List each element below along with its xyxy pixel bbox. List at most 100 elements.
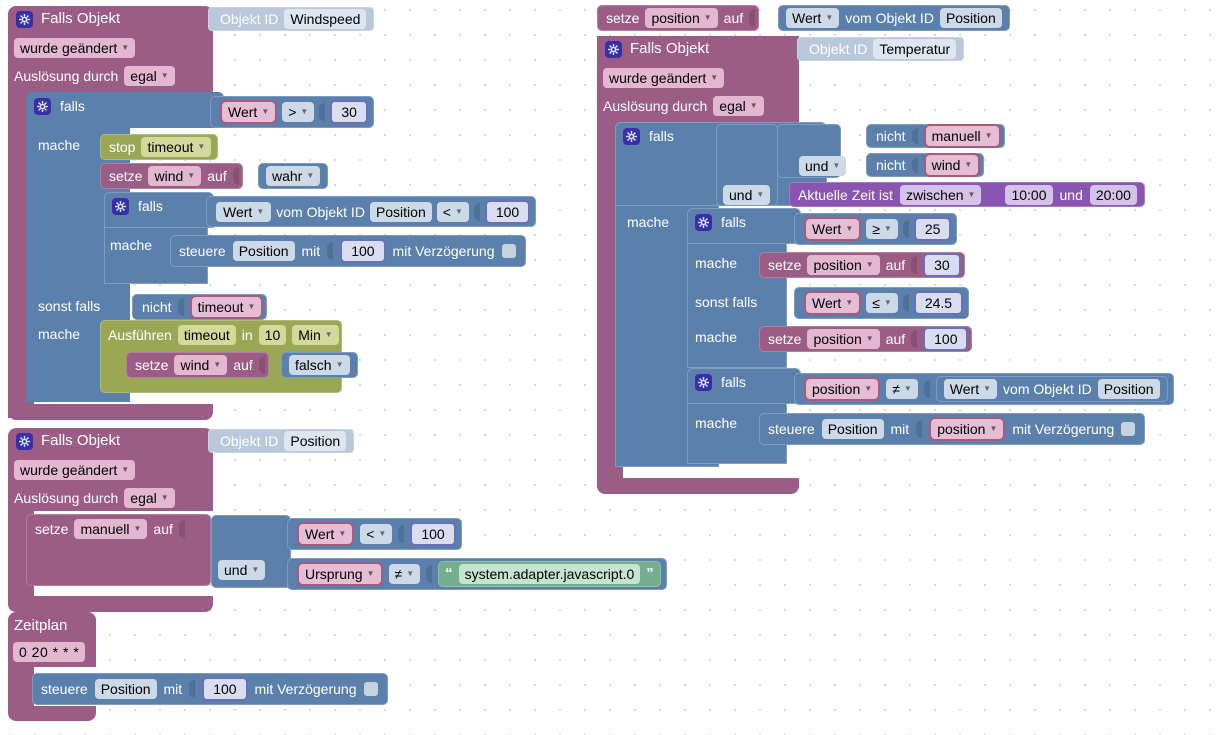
script1-exec-amount[interactable]: 10: [258, 325, 287, 345]
script3-cron-field[interactable]: 0 20 * * *: [13, 642, 86, 662]
script1-exec-unit-dropdown[interactable]: Min ▼: [292, 325, 339, 345]
script1-not-var-dropdown[interactable]: timeout ▼: [189, 295, 264, 319]
gear-icon[interactable]: [695, 373, 712, 391]
script4-steuere2-obj[interactable]: Position: [821, 419, 884, 439]
script4-not-manuell-block[interactable]: nicht manuell ▼: [866, 124, 1005, 148]
script4-inner-compare1-left[interactable]: Wert ▼: [804, 217, 862, 241]
script3-steuere-value[interactable]: 100: [202, 677, 248, 701]
script2-set-var-dropdown[interactable]: manuell ▼: [74, 519, 148, 539]
script3-hat-body[interactable]: [8, 660, 34, 710]
gear-icon[interactable]: [695, 213, 712, 231]
script1-set-var-dropdown[interactable]: wind ▼: [148, 166, 202, 186]
script4-top-set-block[interactable]: setze position ▼ auf: [597, 5, 760, 31]
script4-hat-foot[interactable]: [597, 478, 799, 494]
script4-inner-compare2-op[interactable]: ≤ ▼: [866, 293, 898, 313]
gear-icon[interactable]: [623, 127, 640, 145]
script4-inner-if2-steuere-block[interactable]: steuere Position mit position ▼ mit Verzö…: [759, 413, 1146, 445]
script1-steuere-obj[interactable]: Position: [232, 241, 295, 261]
script1-steuere-delay-checkbox[interactable]: [501, 244, 516, 258]
script4-inner-if2-right-obj[interactable]: Position: [1097, 379, 1160, 399]
script4-inner-if2-left[interactable]: position ▼: [804, 377, 881, 401]
script2-hat-foot[interactable]: [8, 596, 213, 612]
script4-not2-var-dropdown[interactable]: wind ▼: [923, 153, 981, 177]
script1-compare-right[interactable]: 30: [330, 100, 368, 124]
gear-icon[interactable]: [34, 97, 51, 115]
script1-source-dropdown[interactable]: egal ▼: [124, 66, 175, 86]
script4-else-set-var-dropdown[interactable]: position ▼: [807, 329, 880, 349]
script2-compare1-right[interactable]: 100: [410, 522, 456, 546]
script1-set-wind-block[interactable]: setze wind ▼ auf: [100, 163, 243, 189]
script2-objektid-value[interactable]: Position: [284, 431, 347, 451]
script4-source-dropdown[interactable]: egal ▼: [713, 96, 764, 116]
script4-inner-compare1-right[interactable]: 25: [913, 217, 952, 241]
script1-inner-value-obj[interactable]: Position: [369, 201, 432, 222]
script4-objektid-block[interactable]: Objekt ID Temperatur: [797, 37, 965, 61]
script4-not1-var-dropdown[interactable]: manuell ▼: [923, 124, 1001, 148]
script4-inner-if2-compare-block[interactable]: position ▼ ≠ ▼ Wert ▼ vom Objekt ID Positio…: [794, 373, 1174, 405]
script4-else-set-block[interactable]: setze position ▼ auf 100: [759, 326, 973, 352]
script4-and1-dropdown[interactable]: und ▼: [799, 156, 847, 176]
script4-inner-if2-right-block[interactable]: Wert ▼ vom Objekt ID Position: [935, 376, 1168, 402]
script4-inner-compare1-block[interactable]: Wert ▼ ≥ ▼ 25: [794, 213, 958, 245]
script1-stop-target-dropdown[interactable]: timeout ▼: [141, 137, 212, 157]
script2-compare1-left[interactable]: Wert ▼: [297, 522, 355, 546]
script4-top-set-value-left[interactable]: Wert ▼: [786, 8, 840, 28]
script1-inner-compare-right[interactable]: 100: [484, 199, 531, 224]
script1-inner-compare-op[interactable]: < ▼: [436, 201, 469, 222]
script1-exec-name[interactable]: timeout: [177, 325, 236, 345]
gear-icon[interactable]: [16, 432, 33, 450]
script2-compare1-block[interactable]: Wert ▼ < ▼ 100: [287, 518, 462, 550]
script1-exec-set-block[interactable]: setze wind ▼ auf: [126, 352, 269, 378]
script1-inner-value-of-block[interactable]: Wert ▼: [216, 201, 272, 222]
script2-compare1-op[interactable]: < ▼: [360, 524, 393, 544]
script2-compare2-text-block[interactable]: “ system.adapter.javascript.0 ”: [438, 561, 661, 587]
script2-compare2-left[interactable]: Ursprung ▼: [297, 562, 383, 586]
script4-inner-if2-op[interactable]: ≠ ▼: [886, 379, 918, 399]
script4-inner-compare2-block[interactable]: Wert ▼ ≤ ▼ 24.5: [794, 287, 970, 319]
script1-trigger-mode-dropdown[interactable]: wurde geändert ▼: [14, 38, 136, 58]
script4-top-set-value-obj[interactable]: Position: [939, 8, 1002, 28]
script1-hat-foot[interactable]: [8, 404, 213, 420]
script4-then-set-block[interactable]: setze position ▼ auf 30: [759, 252, 965, 278]
script4-top-set-var-dropdown[interactable]: position ▼: [645, 8, 718, 28]
script4-inner-if2-right-left[interactable]: Wert ▼: [943, 379, 998, 399]
script4-steuere2-delay-checkbox[interactable]: [1121, 422, 1136, 436]
script1-set-wind-value-block[interactable]: wahr ▼: [258, 163, 329, 189]
script1-objektid-value[interactable]: Windspeed: [284, 9, 367, 29]
script1-compare-op[interactable]: > ▼: [282, 102, 315, 122]
script4-time-to[interactable]: 20:00: [1089, 184, 1137, 205]
script2-compare2-op[interactable]: ≠ ▼: [388, 564, 421, 584]
script2-source-dropdown[interactable]: egal ▼: [124, 488, 175, 508]
gear-icon[interactable]: [112, 197, 129, 215]
script1-inner-compare-block[interactable]: Wert ▼ vom Objekt ID Position < ▼ 100: [206, 196, 537, 227]
script1-exec-set-value[interactable]: falsch ▼: [289, 355, 350, 375]
script1-stop-timeout-block[interactable]: stop timeout ▼: [100, 134, 219, 160]
script1-exec-set-value-block[interactable]: falsch ▼: [281, 352, 358, 378]
script1-compare-left[interactable]: Wert ▼: [220, 100, 278, 124]
script3-steuere-delay-checkbox[interactable]: [363, 682, 378, 696]
script1-compare-block[interactable]: Wert ▼ > ▼ 30: [210, 96, 374, 128]
script4-then-set-var-dropdown[interactable]: position ▼: [807, 255, 880, 275]
script1-steuere-value[interactable]: 100: [340, 239, 386, 263]
script4-not-wind-block[interactable]: nicht wind ▼: [866, 153, 985, 177]
script4-time-compare-block[interactable]: Aktuelle Zeit ist zwischen ▼ 10:00 und 20…: [789, 182, 1145, 207]
script1-objektid-block[interactable]: Objekt ID Windspeed: [208, 7, 375, 31]
script4-inner-compare2-right[interactable]: 24.5: [913, 291, 964, 315]
script2-compare2-block[interactable]: Ursprung ▼ ≠ ▼ “ system.adapter.javascript…: [287, 558, 667, 590]
script3-steuere-block[interactable]: steuere Position mit 100 mit Verzögerung: [32, 673, 388, 705]
script4-trigger-mode-dropdown[interactable]: wurde geändert ▼: [603, 68, 725, 88]
script1-set-wind-value[interactable]: wahr ▼: [266, 166, 321, 186]
script1-inner-value-left[interactable]: Wert ▼: [223, 202, 265, 221]
script1-not-timeout-block[interactable]: nicht timeout ▼: [132, 294, 268, 320]
gear-icon[interactable]: [16, 10, 33, 28]
gear-icon[interactable]: [605, 40, 622, 58]
script2-trigger-mode-dropdown[interactable]: wurde geändert ▼: [14, 460, 136, 480]
script1-steuere-block[interactable]: steuere Position mit 100 mit Verzögerung: [170, 235, 526, 267]
script4-steuere2-value-dropdown[interactable]: position ▼: [929, 417, 1006, 441]
script3-hat-foot[interactable]: [8, 706, 96, 721]
script4-else-set-value[interactable]: 100: [923, 327, 969, 351]
script3-steuere-obj[interactable]: Position: [94, 679, 157, 699]
script2-and-dropdown[interactable]: und ▼: [218, 560, 266, 580]
script4-and2-dropdown[interactable]: und ▼: [723, 185, 771, 205]
script4-objektid-value[interactable]: Temperatur: [873, 39, 957, 59]
